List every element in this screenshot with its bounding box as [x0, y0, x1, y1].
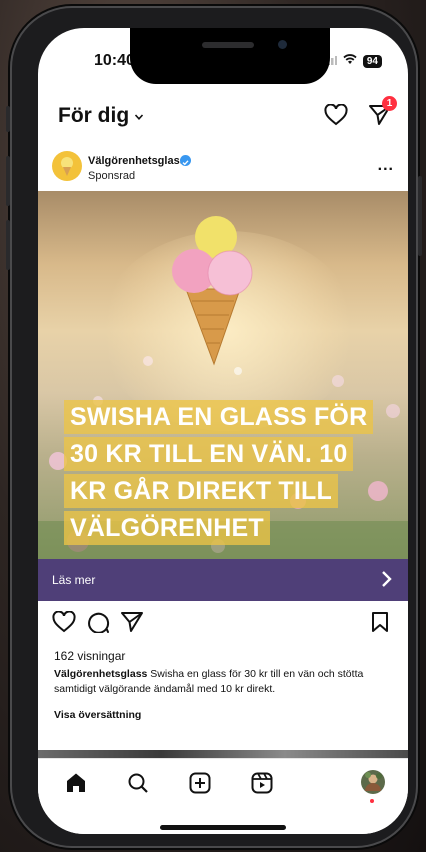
ad-headline-line: VÄLGÖRENHET [64, 511, 270, 545]
notch [130, 28, 330, 84]
profile-notification-dot [370, 799, 374, 803]
caption-account-name[interactable]: Välgörenhetsglass [54, 668, 147, 680]
view-count: 162 visningar [54, 649, 126, 663]
bottom-tab-bar [38, 758, 408, 834]
status-time: 10:40 [94, 52, 135, 69]
create-icon[interactable] [188, 771, 212, 800]
ad-headline-line: KR GÅR DIREKT TILL [64, 474, 338, 508]
screen: 10:40 94 För dig 1 Välgörenhetsglass Spo… [38, 28, 408, 834]
learn-more-button[interactable]: Läs mer [38, 559, 408, 601]
wifi-icon [343, 52, 357, 70]
notification-badge: 1 [382, 96, 397, 111]
battery-indicator: 94 [362, 54, 382, 68]
heart-icon[interactable] [324, 103, 348, 131]
chevron-right-icon [380, 569, 394, 594]
front-camera [278, 40, 287, 49]
home-indicator [160, 825, 286, 830]
mute-switch [6, 106, 10, 132]
account-name[interactable]: Välgörenhetsglass [88, 155, 186, 167]
chevron-down-icon [134, 104, 144, 128]
profile-avatar[interactable] [360, 769, 386, 800]
comment-icon[interactable] [86, 611, 110, 638]
learn-more-label: Läs mer [52, 573, 96, 587]
volume-down-button [6, 220, 10, 270]
more-options-button[interactable]: ... [378, 157, 394, 175]
account-avatar[interactable] [52, 151, 82, 181]
volume-up-button [6, 156, 10, 206]
ad-headline-line: SWISHA EN GLASS FÖR [64, 400, 374, 434]
reels-icon[interactable] [250, 771, 274, 800]
ice-cream-illustration [172, 216, 253, 366]
status-icons: 94 [322, 52, 382, 70]
sponsored-label: Sponsrad [88, 170, 136, 182]
next-post-preview [38, 750, 408, 758]
ad-headline-line: 30 KR TILL EN VÄN. 10 [64, 437, 354, 471]
search-icon[interactable] [126, 771, 150, 800]
like-icon[interactable] [52, 610, 76, 638]
share-icon[interactable] [120, 611, 144, 638]
speaker-grille [202, 42, 254, 48]
show-translation-link[interactable]: Visa översättning [54, 709, 141, 721]
home-icon[interactable] [64, 771, 88, 800]
post-caption: Välgörenhetsglass Swisha en glass för 30… [54, 667, 394, 697]
feed-selector[interactable]: För dig [58, 104, 144, 128]
page-title: För dig [58, 104, 130, 127]
bookmark-icon[interactable] [370, 611, 390, 638]
post-actions [38, 610, 408, 641]
ad-headline: SWISHA EN GLASS FÖR 30 KR TILL EN VÄN. 1… [64, 399, 380, 547]
feed-header: För dig 1 [38, 96, 408, 140]
post-header: Välgörenhetsglass Sponsrad ... [38, 149, 408, 189]
phone-frame: 10:40 94 För dig 1 Välgörenhetsglass Spo… [6, 6, 422, 848]
verified-badge-icon [180, 155, 191, 166]
power-button [418, 176, 422, 256]
post-image[interactable]: SWISHA EN GLASS FÖR 30 KR TILL EN VÄN. 1… [38, 191, 408, 559]
